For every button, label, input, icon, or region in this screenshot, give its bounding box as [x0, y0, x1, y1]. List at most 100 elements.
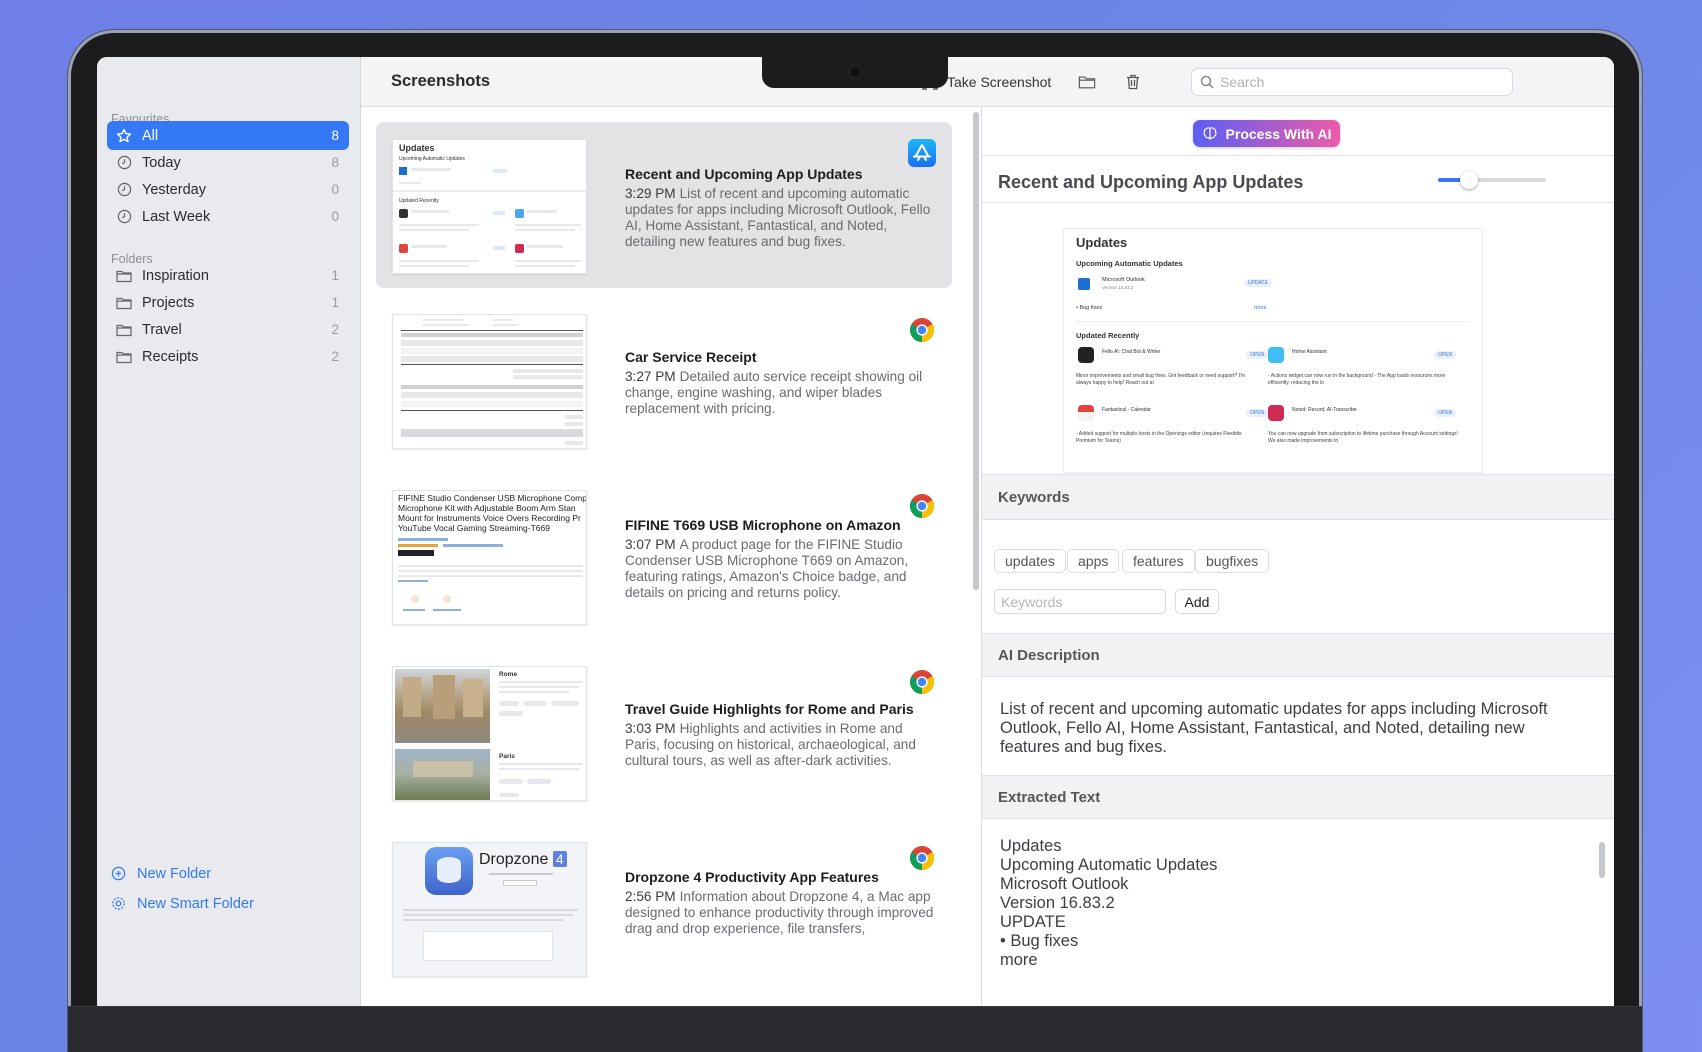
zoom-slider-knob[interactable] [1460, 171, 1478, 189]
sidebar-item-projects[interactable]: Projects 1 [107, 288, 349, 317]
thumb-heading: Updates [399, 143, 435, 153]
extracted-text-label: Extracted Text [998, 789, 1101, 806]
sidebar-item-count: 0 [331, 182, 339, 197]
keywords-header: Keywords [982, 474, 1614, 520]
toolbar: Screenshots Take Screenshot [361, 57, 1614, 107]
thumbnail-image: Dropzone 4 [392, 842, 587, 977]
item-description: 3:03 PM Highlights and activities in Rome… [625, 721, 937, 769]
item-description: 3:07 PM A product page for the FIFINE Stu… [625, 537, 937, 601]
extracted-line: • Bug fixes [1000, 932, 1079, 950]
fantastical-icon [1078, 405, 1094, 421]
keyword-input[interactable] [994, 589, 1166, 614]
sidebar-item-today[interactable]: Today 8 [107, 148, 349, 177]
thumb-rome-label: Rome [499, 671, 518, 678]
preview-note5: You can now upgrade from subscription to… [1268, 431, 1458, 444]
extracted-text-scrollbar[interactable] [1599, 842, 1605, 878]
sidebar-item-count: 2 [331, 349, 339, 364]
screenshot-preview[interactable]: Updates Upcoming Automatic Updates Micro… [1064, 229, 1482, 472]
sidebar-item-yesterday[interactable]: Yesterday 0 [107, 175, 349, 204]
sidebar-item-label: Inspiration [142, 267, 209, 284]
sidebar-item-inspiration[interactable]: Inspiration 1 [107, 261, 349, 290]
list-item-travel-guide[interactable]: Rome Paris Travel Guide Highlights for R… [376, 649, 952, 815]
new-smart-folder-button[interactable]: New Smart Folder [111, 896, 254, 912]
new-folder-label: New Folder [137, 866, 212, 882]
keyword-tag[interactable]: updates [994, 549, 1066, 573]
folder-icon [116, 349, 132, 365]
thumbnail-image: FIFINE Studio Condenser USB Microphone C… [392, 490, 587, 625]
star-icon [116, 128, 132, 144]
item-title: FIFINE T669 USB Microphone on Amazon [625, 517, 901, 533]
list-item-app-updates[interactable]: Updates Upcoming Automatic Updates Updat… [376, 122, 952, 288]
sidebar-item-last-week[interactable]: Last Week 0 [107, 202, 349, 231]
thumb-brand-name: Dropzone [479, 851, 549, 868]
detail-pane: Process With AI Recent and Upcoming App … [981, 107, 1614, 1006]
ai-description-header: AI Description [982, 633, 1614, 677]
ai-description-label: AI Description [998, 647, 1100, 664]
take-screenshot-label: Take Screenshot [947, 74, 1052, 90]
keyword-tag[interactable]: apps [1067, 549, 1120, 573]
chrome-icon [908, 668, 936, 696]
preview-app1: Microsoft Outlook [1102, 277, 1145, 283]
preview-open-pill: OPEN [1246, 351, 1269, 359]
keywords-label: Keywords [998, 489, 1070, 506]
list-scrollbar[interactable] [973, 112, 979, 590]
item-time: 3:03 PM [625, 721, 676, 736]
keyword-tag[interactable]: features [1122, 549, 1195, 573]
folder-icon [116, 322, 132, 338]
sidebar-item-travel[interactable]: Travel 2 [107, 315, 349, 344]
search-field[interactable] [1191, 68, 1513, 96]
extracted-text-body: Updates Upcoming Automatic Updates Micro… [1000, 837, 1217, 970]
list-item-microphone[interactable]: FIFINE Studio Condenser USB Microphone C… [376, 473, 952, 639]
sidebar-item-count: 8 [331, 128, 339, 143]
keyword-tag[interactable]: bugfixes [1195, 549, 1270, 573]
trash-icon [1124, 73, 1142, 91]
item-title: Dropzone 4 Productivity App Features [625, 869, 879, 885]
item-description: 2:56 PM Information about Dropzone 4, a M… [625, 889, 937, 937]
list-item-dropzone[interactable]: Dropzone 4 Dropzone 4 Productivity App F… [376, 825, 952, 991]
plus-circle-icon [111, 866, 127, 882]
gear-icon [111, 896, 127, 912]
app-window: Favourites All 8 Today 8 Yesterday 0 Las… [97, 57, 1614, 1006]
preview-updated-recently: Updated Recently [1076, 331, 1140, 340]
sidebar-item-label: Receipts [142, 348, 199, 365]
sidebar-item-receipts[interactable]: Receipts 2 [107, 342, 349, 371]
outlook-icon [1078, 278, 1090, 290]
preview-upcoming: Upcoming Automatic Updates [1076, 259, 1183, 268]
chrome-icon [908, 316, 936, 344]
new-folder-button[interactable]: New Folder [111, 866, 211, 882]
folder-icon [116, 295, 132, 311]
thumbnail-image [392, 314, 587, 449]
sidebar-item-label: Today [142, 154, 181, 171]
process-with-ai-button[interactable]: Process With AI [1193, 120, 1340, 147]
item-time: 3:27 PM [625, 369, 676, 384]
laptop-hinge [68, 1006, 1642, 1052]
item-title: Car Service Receipt [625, 349, 757, 365]
chrome-icon [908, 844, 936, 872]
item-time: 2:56 PM [625, 889, 676, 904]
preview-app5: Noted: Record, AI-Transcribe [1292, 407, 1357, 413]
app-store-icon [908, 139, 936, 167]
sidebar-item-label: Last Week [142, 208, 211, 225]
item-time: 3:07 PM [625, 537, 676, 552]
clock-icon [116, 155, 132, 171]
detail-title: Recent and Upcoming App Updates [998, 172, 1304, 192]
add-keyword-button[interactable]: Add [1175, 589, 1219, 614]
list-item-car-receipt[interactable]: Car Service Receipt 3:27 PM Detailed auto… [376, 297, 952, 463]
sidebar-item-all[interactable]: All 8 [107, 121, 349, 150]
extracted-line: Microsoft Outlook [1000, 875, 1129, 893]
process-with-ai-label: Process With AI [1225, 125, 1332, 142]
search-input[interactable] [1220, 74, 1500, 90]
sidebar-item-label: Yesterday [142, 181, 206, 198]
thumb-subheading: Upcoming Automatic Updates [399, 156, 465, 162]
thumb-product-title: FIFINE Studio Condenser USB Microphone C… [398, 493, 587, 533]
item-title: Travel Guide Highlights for Rome and Par… [625, 701, 914, 717]
thumb-paris-label: Paris [499, 753, 515, 760]
thumb-brand: Dropzone 4 [479, 851, 567, 869]
sidebar-item-label: All [142, 127, 159, 144]
delete-button[interactable] [1114, 68, 1152, 96]
item-description: 3:27 PM Detailed auto service receipt sho… [625, 369, 937, 417]
zoom-slider[interactable] [1438, 171, 1546, 189]
sidebar-item-count: 8 [331, 155, 339, 170]
sidebar-item-label: Travel [142, 321, 182, 338]
open-folder-button[interactable] [1068, 68, 1106, 96]
